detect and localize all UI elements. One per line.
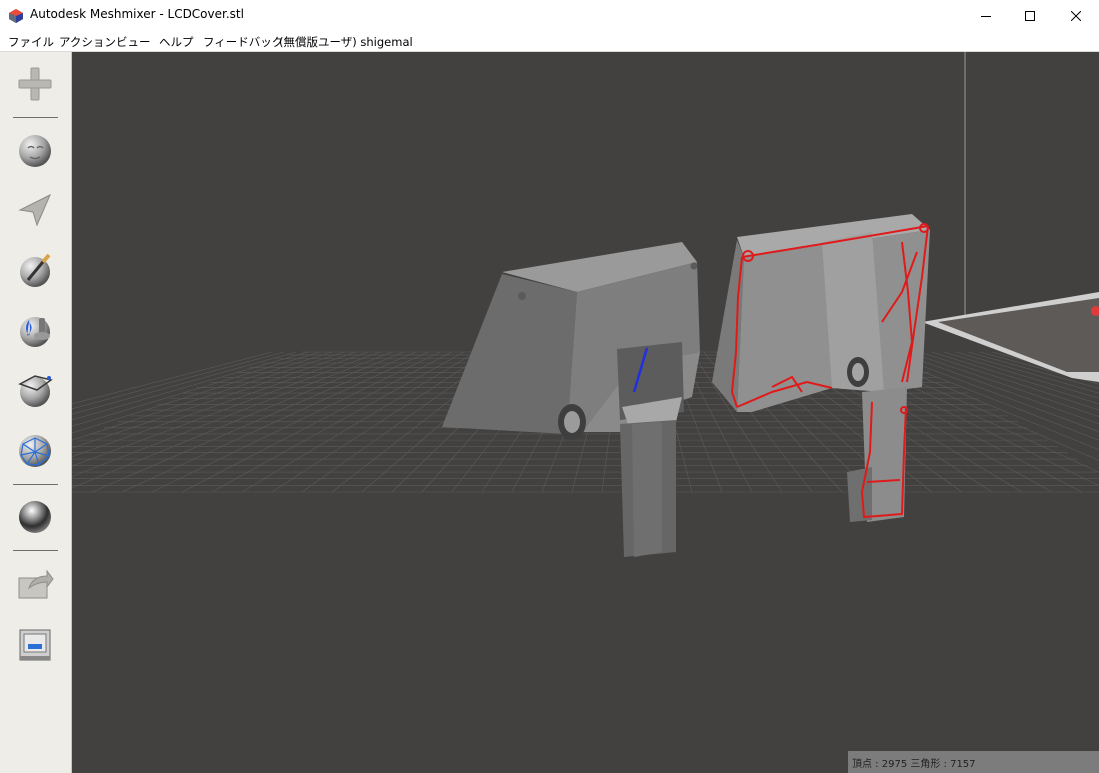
maximize-button[interactable]: [1007, 0, 1053, 31]
separator: [13, 117, 58, 118]
title-bar: Autodesk Meshmixer - LCDCover.stl: [0, 0, 1099, 32]
close-button[interactable]: [1053, 0, 1099, 31]
chrome-sphere-icon: [19, 501, 51, 533]
menu-bar: ファイル アクション ビュー ヘルプ フィードバック (無償版ユーザ) shig…: [0, 31, 1099, 52]
sculpt-button[interactable]: [15, 250, 55, 290]
plane-cut-sphere-icon: [18, 375, 53, 407]
meshmixer-logo-icon: [8, 8, 24, 24]
minimize-button[interactable]: [963, 0, 1009, 31]
window-title: Autodesk Meshmixer - LCDCover.stl: [30, 7, 244, 21]
export-icon: [18, 569, 54, 599]
close-icon: [1071, 10, 1081, 21]
mesh-stats: 頂点 : 2975 三角形 : 7157: [852, 759, 976, 770]
maximize-icon: [1025, 10, 1035, 21]
menu-view[interactable]: ビュー: [116, 34, 151, 50]
menu-feedback[interactable]: フィードバック: [203, 34, 283, 50]
export-button[interactable]: [15, 564, 55, 604]
printer-icon: [19, 629, 51, 661]
select-button[interactable]: [15, 190, 55, 230]
mesh-sphere-icon: [19, 435, 51, 467]
shaders-button[interactable]: [15, 496, 55, 536]
minimize-icon: [981, 15, 991, 17]
separator: [13, 550, 58, 551]
status-bar: 頂点 : 2975 三角形 : 7157: [848, 751, 1099, 773]
plus-icon: [18, 67, 52, 101]
menu-action[interactable]: アクション: [59, 34, 116, 50]
mesh-model-left[interactable]: [442, 242, 700, 557]
menu-user[interactable]: (無償版ユーザ) shigemal: [279, 34, 413, 50]
print-button[interactable]: [15, 624, 55, 664]
menu-help[interactable]: ヘルプ: [159, 34, 194, 50]
separator: [13, 484, 58, 485]
fleur-de-lis-sphere-icon: [20, 317, 50, 347]
face-sphere-icon: [19, 135, 51, 167]
build-plate: [922, 292, 1099, 382]
import-button[interactable]: [15, 64, 55, 104]
brush-sphere-icon: [20, 253, 51, 287]
scene-canvas[interactable]: [72, 52, 1099, 773]
3d-viewport[interactable]: [72, 52, 1099, 773]
edit-button[interactable]: [15, 370, 55, 410]
tool-sidebar: [0, 52, 72, 773]
meshmix-button[interactable]: [15, 130, 55, 170]
mesh-model-right[interactable]: [712, 214, 930, 522]
analysis-button[interactable]: [15, 430, 55, 470]
arrow-pointer-icon: [18, 193, 52, 227]
menu-file[interactable]: ファイル: [8, 34, 54, 50]
stamp-button[interactable]: [15, 310, 55, 350]
